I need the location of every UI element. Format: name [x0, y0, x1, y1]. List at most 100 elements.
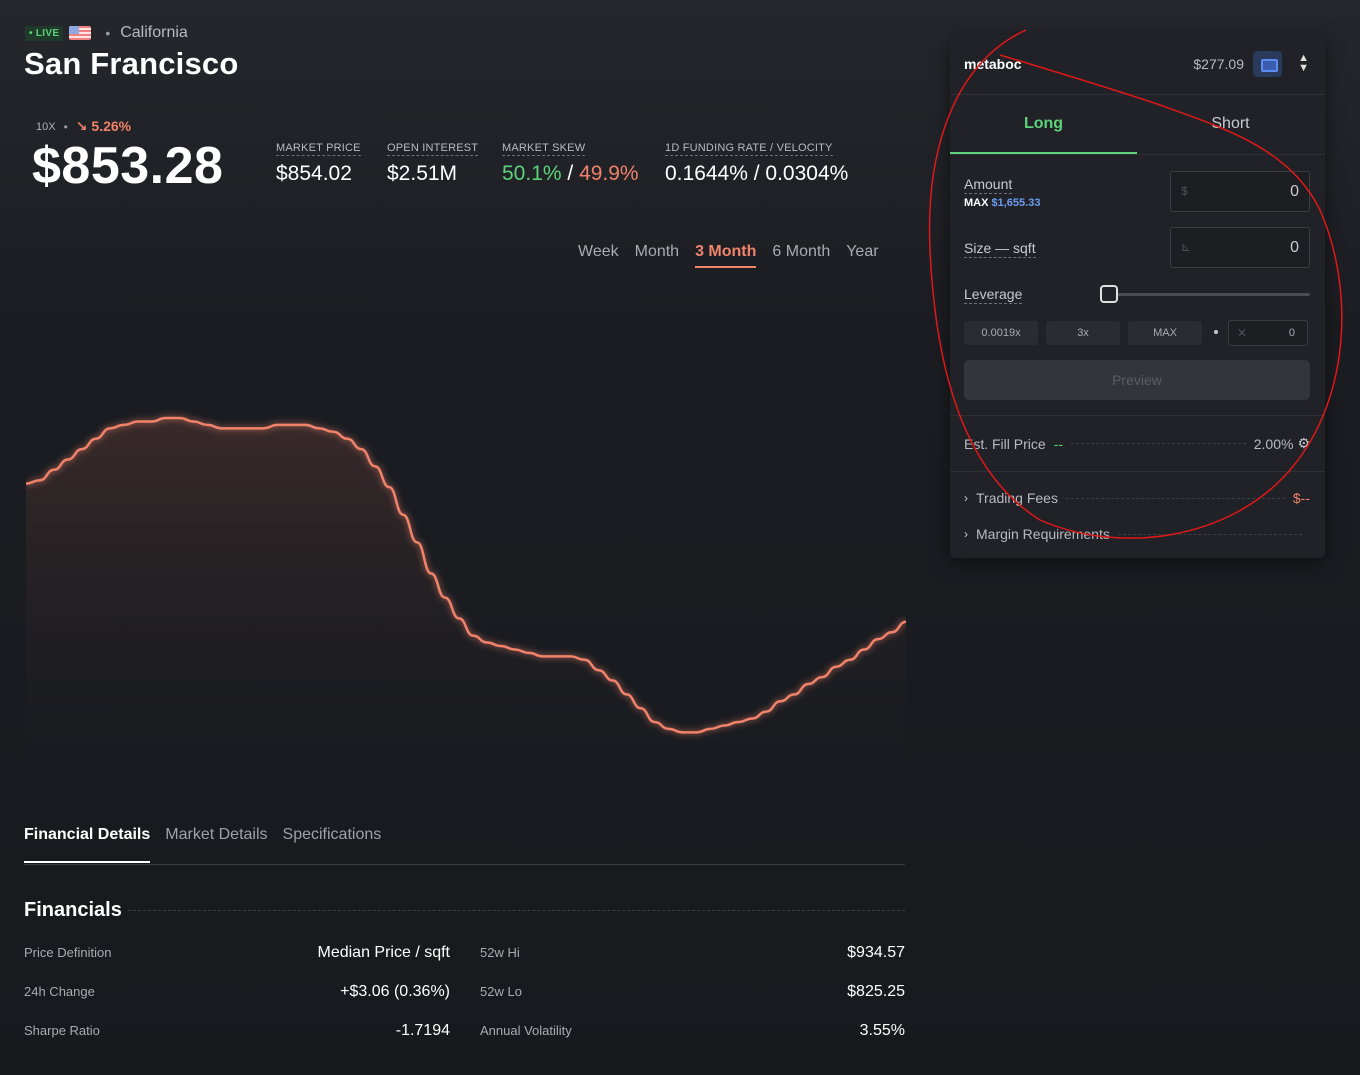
stat-label[interactable]: 1D FUNDING RATE / VELOCITY [665, 142, 833, 156]
annual-volatility-label: Annual Volatility [480, 1023, 572, 1038]
wallet-icon[interactable] [1253, 51, 1282, 77]
tab-short[interactable]: Short [1137, 95, 1324, 154]
panel-divider [950, 415, 1325, 416]
high-52w-label: 52w Hi [480, 945, 520, 960]
price-definition-value: Median Price / sqft [317, 944, 451, 961]
panel-header: metaboc $277.09 ▲ ▼ [950, 35, 1325, 95]
multiply-icon: ✕ [1237, 326, 1248, 340]
separator: • [63, 119, 68, 134]
dollar-icon: $ [1181, 184, 1188, 198]
leverage-slider-handle[interactable] [1100, 285, 1118, 303]
location-row: • LIVE • California [25, 24, 188, 42]
skew-long: 50.1% [502, 162, 562, 185]
price-chart[interactable] [26, 380, 906, 760]
chevron-updown-icon[interactable]: ▲ ▼ [1298, 53, 1309, 74]
period-3-month[interactable]: 3 Month [695, 243, 757, 268]
price-change: ↘ 5.26% [75, 118, 132, 134]
us-flag-icon [69, 26, 92, 40]
financials-title: Financials [24, 899, 122, 921]
margin-requirements-label: Margin Requirements [976, 526, 1110, 542]
tab-financial-details[interactable]: Financial Details [24, 826, 151, 863]
stat-funding-rate: 1D FUNDING RATE / VELOCITY 0.1644% / 0.0… [665, 138, 848, 186]
leverage-label: Leverage [964, 286, 1023, 304]
leverage-badge: 10X [36, 120, 56, 133]
trading-fees-row[interactable]: › Trading Fees $-- [964, 490, 1310, 506]
long-short-tabs: Long Short [950, 95, 1325, 155]
account-name[interactable]: metaboc [964, 56, 1022, 72]
index-price: $853.28 [32, 137, 224, 195]
financials-divider [128, 910, 905, 911]
max-value: $1,655.33 [991, 197, 1041, 209]
dotted-leader [1065, 497, 1285, 499]
period-year[interactable]: Year [846, 243, 878, 268]
separator-dot [1214, 330, 1218, 334]
sharpe-ratio-value: -1.7194 [395, 1022, 450, 1039]
period-6-month[interactable]: 6 Month [772, 243, 830, 268]
tabs-divider [24, 864, 905, 865]
gear-icon[interactable]: ⚙ [1297, 435, 1310, 452]
stat-value: $854.02 [276, 162, 352, 185]
dotted-leader [1117, 533, 1302, 535]
margin-requirements-row[interactable]: › Margin Requirements [964, 526, 1310, 542]
amount-label: Amount [964, 176, 1013, 194]
leverage-3x-button[interactable]: 3x [1046, 321, 1120, 345]
period-month[interactable]: Month [635, 243, 679, 268]
region-label: California [120, 24, 188, 41]
annual-volatility-value: 3.55% [859, 1022, 905, 1039]
max-amount[interactable]: MAX $1,655.33 [964, 197, 1040, 209]
change-24h-label: 24h Change [24, 984, 95, 999]
chevron-right-icon: › [964, 491, 968, 505]
trading-fees-label: Trading Fees [976, 490, 1058, 506]
chevron-right-icon: › [964, 527, 968, 541]
amount-label-group: Amount MAX $1,655.33 [964, 176, 1040, 209]
stat-market-skew: MARKET SKEW 50.1% / 49.9% [502, 138, 639, 186]
leverage-input[interactable]: ✕ 0 [1228, 320, 1308, 346]
stat-value: 0.1644% / 0.0304% [665, 162, 849, 185]
high-52w-value: $934.57 [847, 944, 905, 961]
stat-market-price: MARKET PRICE $854.02 [276, 138, 361, 186]
stat-value: 50.1% / 49.9% [502, 162, 639, 186]
trading-fees-value: $-- [1292, 490, 1310, 506]
est-fill-price-row: Est. Fill Price -- 2.00% ⚙ [964, 435, 1310, 452]
stat-label[interactable]: MARKET PRICE [276, 142, 361, 156]
tab-long[interactable]: Long [950, 95, 1137, 154]
leverage-slider-track[interactable] [1110, 293, 1310, 296]
amount-input[interactable] [1199, 183, 1299, 201]
separator: • [105, 25, 111, 41]
stat-open-interest: OPEN INTEREST $2.51M [387, 138, 479, 186]
low-52w-label: 52w Lo [480, 984, 522, 999]
amount-field[interactable]: $ [1170, 171, 1310, 212]
sharpe-ratio-label: Sharpe Ratio [24, 1023, 100, 1038]
account-balance: $277.09 [1193, 56, 1244, 72]
leverage-min-button[interactable]: 0.0019x [964, 321, 1038, 345]
price-meta-row: 10X • ↘ 5.26% [36, 118, 131, 135]
fill-price-value: -- [1053, 435, 1064, 452]
tab-market-details[interactable]: Market Details [165, 826, 267, 863]
leverage-max-button[interactable]: MAX [1128, 321, 1202, 345]
leverage-input-value: 0 [1288, 327, 1295, 339]
period-tabs: Week Month 3 Month 6 Month Year [578, 243, 879, 268]
size-label-group: Size — sqft [964, 240, 1036, 258]
low-52w-value: $825.25 [847, 983, 905, 1000]
sqft-icon: ⊾ [1181, 240, 1192, 254]
panel-divider [950, 471, 1325, 472]
skew-slash: / [561, 162, 580, 185]
stat-label[interactable]: MARKET SKEW [502, 142, 586, 156]
size-field[interactable]: ⊾ [1170, 227, 1310, 268]
skew-short: 49.9% [579, 162, 639, 185]
preview-button[interactable]: Preview [964, 360, 1310, 400]
stat-value: $2.51M [387, 162, 458, 185]
price-definition-label: Price Definition [24, 945, 112, 960]
trade-panel: metaboc $277.09 ▲ ▼ Long Short Amount MAX… [950, 35, 1325, 558]
leverage-label-group: Leverage [964, 286, 1023, 304]
period-week[interactable]: Week [578, 243, 619, 268]
page-title: San Francisco [24, 46, 239, 81]
fill-price-label: Est. Fill Price [964, 435, 1046, 452]
size-input[interactable] [1199, 239, 1299, 257]
slippage-value[interactable]: 2.00% [1254, 436, 1294, 452]
stat-label[interactable]: OPEN INTEREST [387, 142, 479, 156]
change-24h-value: +$3.06 (0.36%) [340, 983, 450, 1000]
dotted-leader [1071, 443, 1246, 444]
live-badge: • LIVE [25, 25, 64, 41]
tab-specifications[interactable]: Specifications [283, 826, 382, 863]
